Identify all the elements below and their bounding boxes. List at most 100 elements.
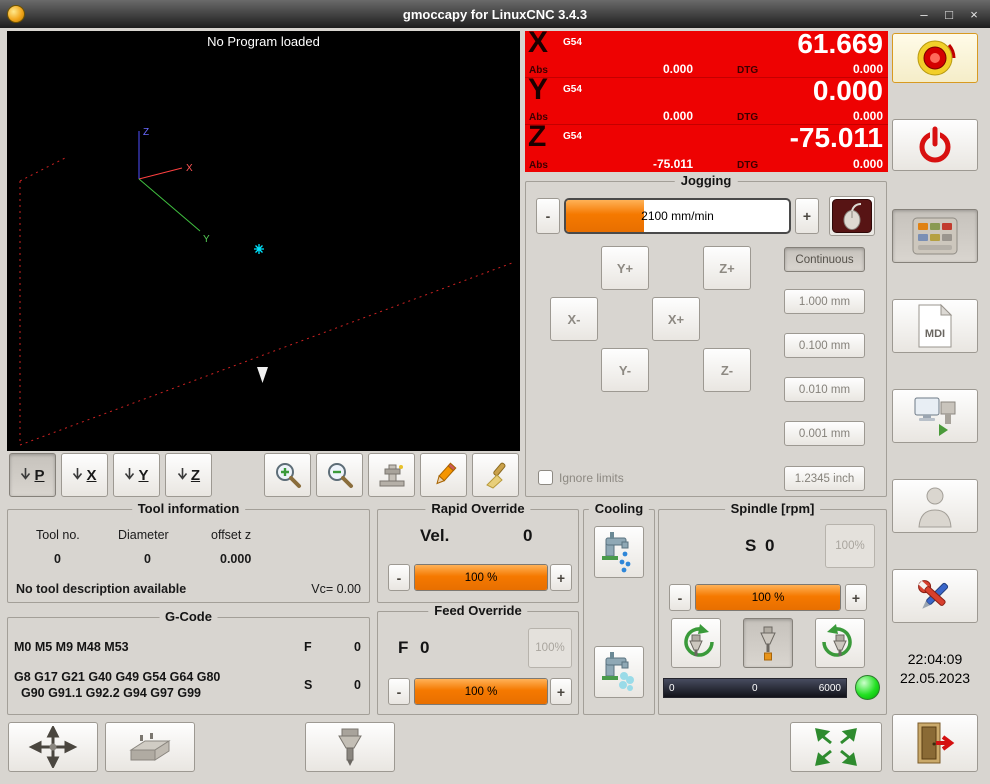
block-height-button[interactable] [105,722,195,772]
touch-off-button[interactable] [8,722,98,772]
feed-minus-button[interactable]: - [388,678,410,705]
jog-z-plus-button[interactable]: Z+ [703,246,751,290]
spindle-ccw-button[interactable] [671,618,721,668]
feed-percent: 100 % [415,679,547,704]
rapid-minus-button[interactable]: - [388,564,410,591]
settings-tools-button[interactable] [892,569,978,623]
window-title: gmoccapy for LinuxCNC 3.4.3 [0,7,990,22]
zoom-in-button[interactable] [264,453,311,497]
dro-row-y[interactable]: Y G54 0.000 Abs 0.000 DTG 0.000 [525,78,888,125]
tool-holder-icon [325,726,375,768]
exit-button[interactable] [892,714,978,772]
tool-change-button[interactable] [305,722,395,772]
dro-axis-letter: X [528,26,548,60]
view-z-label: Z [191,467,200,484]
increment-001mm-button[interactable]: 0.010 mm [784,377,865,402]
machine-on-button[interactable] [892,119,978,171]
mdi-mode-button[interactable]: MDI [892,299,978,353]
jog-z-minus-button[interactable]: Z- [703,348,751,392]
dro-abs-value: 0.000 [585,62,693,76]
machine-dimensions-icon [377,461,407,489]
axis-arrows-icon [28,726,78,768]
rapid-override-slider[interactable]: 100 % [414,564,548,591]
maximize-button[interactable]: □ [941,7,957,22]
jog-y-plus-button[interactable]: Y+ [601,246,649,290]
spindle-percent: 100 % [696,585,840,610]
estop-button[interactable] [892,33,978,83]
dro-row-x[interactable]: X G54 61.669 Abs 0.000 DTG 0.000 [525,31,888,78]
view-perspective-button[interactable]: P [9,453,56,497]
vel-label: Vel. [420,526,449,546]
jog-speed-slider[interactable]: 2100 mm/min [564,198,791,234]
jog-x-plus-button[interactable]: X+ [652,297,700,341]
titlebar[interactable]: gmoccapy for LinuxCNC 3.4.3 – □ × [0,0,990,28]
jog-speed-minus-button[interactable]: - [536,198,560,234]
spindle-reset-button[interactable]: 100% [825,524,875,568]
gremlin-preview[interactable]: No Program loaded Z X Y [7,31,520,451]
increment-01mm-button[interactable]: 0.100 mm [784,333,865,358]
feed-override-slider[interactable]: 100 % [414,678,548,705]
dro-dtg-value: 0.000 [853,62,883,76]
dro-coord-system: G54 [563,37,582,48]
spindle-cw-button[interactable] [815,618,865,668]
flood-coolant-button[interactable] [594,526,644,578]
axis-label-y: Y [203,234,210,245]
f-label: F [304,640,312,654]
s-value: 0 [354,678,361,692]
dro-row-z[interactable]: Z G54 -75.011 Abs -75.011 DTG 0.000 [525,125,888,172]
user-icon [915,483,955,529]
tool-info-panel: Tool information Tool no. Diameter offse… [7,509,370,603]
tool-info-title: Tool information [132,501,246,516]
axis-label-z: Z [143,127,149,138]
spindle-stop-button[interactable] [743,618,793,668]
view-z-button[interactable]: Z [165,453,212,497]
feed-f-label: F [398,638,408,658]
mdi-icon: MDI [914,303,956,349]
cooling-title: Cooling [589,501,649,516]
edit-program-button[interactable] [420,453,467,497]
col-diameter: Diameter [118,528,169,542]
origin-axes: Z X Y [139,127,210,245]
spindle-minus-button[interactable]: - [669,584,691,611]
rapid-percent: 100 % [415,565,547,590]
mist-coolant-button[interactable] [594,646,644,698]
fullscreen-button[interactable] [790,722,882,772]
clear-plot-button[interactable] [472,453,519,497]
arrow-down-icon [72,467,83,483]
ignore-limits-label: Ignore limits [559,471,624,485]
jog-y-minus-button[interactable]: Y- [601,348,649,392]
zoom-in-icon [273,460,303,490]
spindle-override-slider[interactable]: 100 % [695,584,841,611]
ignore-limits-checkbox[interactable] [538,470,553,485]
view-y-label: Y [138,467,148,484]
auto-mode-button[interactable] [892,389,978,443]
col-offset-z: offset z [211,528,251,542]
vc-value: Vc= 0.00 [311,582,361,596]
close-button[interactable]: × [966,7,982,22]
rapid-plus-button[interactable]: + [550,564,572,591]
jog-speed-toggle-button[interactable] [829,196,875,236]
manual-mode-button[interactable] [892,209,978,263]
jog-speed-plus-button[interactable]: + [795,198,819,234]
feed-override-title: Feed Override [428,603,527,618]
mouse-icon [832,199,872,233]
increment-1mm-button[interactable]: 1.000 mm [784,289,865,314]
toggle-dimensions-button[interactable] [368,453,415,497]
view-y-button[interactable]: Y [113,453,160,497]
increment-continuous-button[interactable]: Continuous [784,247,865,272]
jog-x-minus-button[interactable]: X- [550,297,598,341]
user-settings-button[interactable] [892,479,978,533]
dro-dtg-label: DTG [737,65,758,76]
inch-readout-button[interactable]: 1.2345 inch [784,466,865,491]
view-x-button[interactable]: X [61,453,108,497]
feed-reset-button[interactable]: 100% [528,628,572,668]
f-value: 0 [354,640,361,654]
rpm-bar-current: 0 [752,683,758,694]
increment-0001mm-button[interactable]: 0.001 mm [784,421,865,446]
spindle-plus-button[interactable]: + [845,584,867,611]
zoom-out-button[interactable] [316,453,363,497]
minimize-button[interactable]: – [916,7,932,22]
feed-plus-button[interactable]: + [550,678,572,705]
tool-cone-icon [257,367,268,383]
app-icon [7,5,25,23]
